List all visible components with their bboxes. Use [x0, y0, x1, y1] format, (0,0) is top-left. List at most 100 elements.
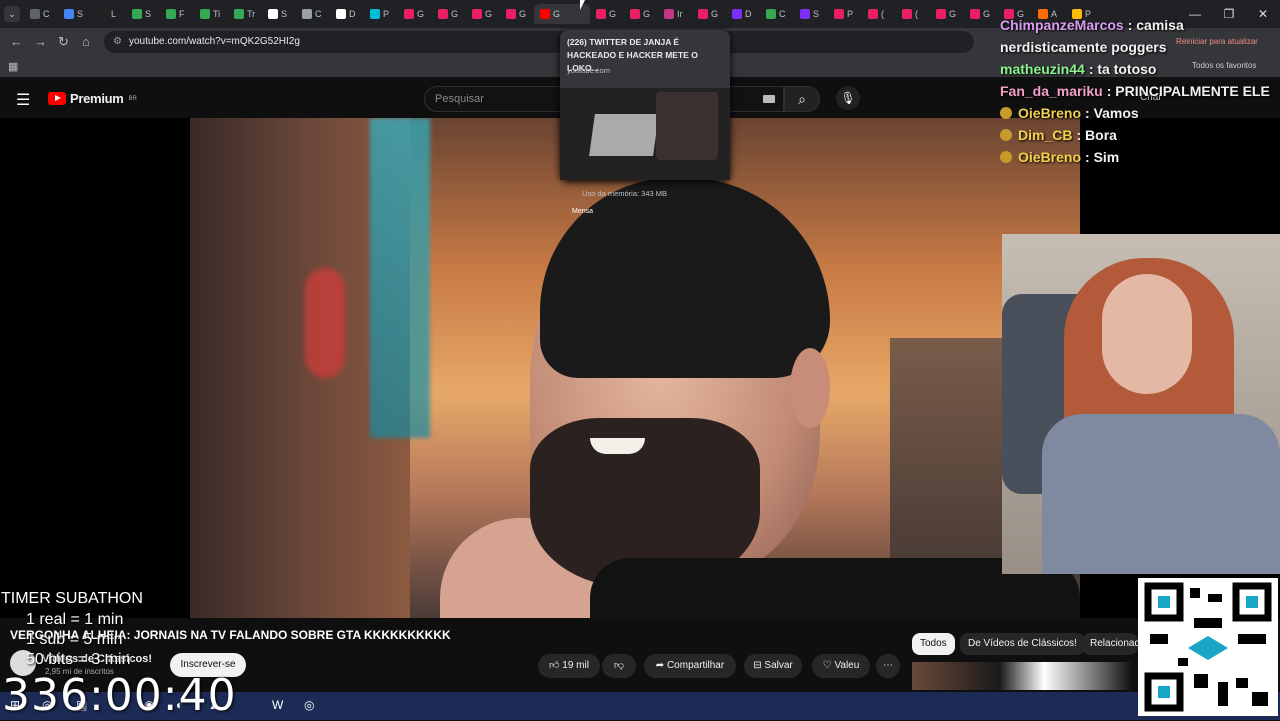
browser-tab[interactable]: C: [24, 4, 58, 24]
tab-label: S: [813, 9, 820, 19]
browser-tab[interactable]: G: [432, 4, 466, 24]
tab-label: G: [485, 9, 493, 19]
browser-tab[interactable]: G: [624, 4, 658, 24]
tab-hover-card: (226) TWITTER DE JANJA É HACKEADO E HACK…: [560, 30, 730, 215]
chat-username: Dim_CB: [1018, 127, 1073, 143]
tab-favicon-icon: [166, 9, 176, 19]
back-icon[interactable]: ←: [10, 34, 23, 49]
tab-favicon-icon: [404, 9, 414, 19]
share-label: Compartilhar: [666, 660, 725, 671]
menu-icon[interactable]: ☰: [16, 90, 30, 110]
tab-label: C: [43, 9, 50, 19]
chip-all[interactable]: Todos: [912, 633, 955, 655]
browser-tab[interactable]: Ti: [194, 4, 228, 24]
browser-tab[interactable]: G: [590, 4, 624, 24]
timer-real-rule: 1 real = 1 min: [26, 611, 124, 628]
browser-tab[interactable]: G: [398, 4, 432, 24]
thanks-icon: ♡: [822, 660, 832, 671]
browser-tab[interactable]: P: [828, 4, 862, 24]
scene-smile: [590, 438, 645, 454]
like-button[interactable]: 👍︎ 19 mil: [538, 654, 600, 678]
logo-region: BR: [128, 95, 137, 102]
obs-icon[interactable]: ◎: [304, 698, 314, 712]
search-button[interactable]: ⌕: [784, 86, 820, 112]
youtube-logo[interactable]: Premium BR: [48, 91, 137, 106]
tab-favicon-icon: [664, 9, 674, 19]
tab-favicon-icon: [302, 9, 312, 19]
browser-tab[interactable]: S: [126, 4, 160, 24]
chat-separator: :: [1085, 149, 1094, 165]
tab-search-button[interactable]: ⌄: [4, 6, 20, 22]
webcam-shirt: [1042, 414, 1280, 574]
tab-label: S: [281, 9, 288, 19]
browser-tab[interactable]: Ir: [658, 4, 692, 24]
chat-username: matheuzin44: [1000, 61, 1085, 77]
chip-related[interactable]: Relacionados: [1082, 633, 1138, 655]
tab-favicon-icon: [902, 9, 912, 19]
browser-tab[interactable]: C: [296, 4, 330, 24]
voice-search-button[interactable]: 🎙: [836, 86, 860, 110]
tab-label: S: [77, 9, 84, 19]
timer-label: TIMER SUBATHON: [1, 590, 143, 607]
browser-tab[interactable]: (: [896, 4, 930, 24]
thumbnail-face: [656, 92, 718, 160]
browser-tab[interactable]: D: [726, 4, 760, 24]
browser-tab[interactable]: G: [930, 4, 964, 24]
youtube-play-icon: [48, 92, 66, 105]
thumbs-up-icon: 👍︎: [549, 660, 560, 671]
chat-username: OieBreno: [1018, 149, 1082, 165]
chat-separator: :: [1106, 83, 1116, 99]
site-info-icon[interactable]: ⚙: [113, 36, 122, 47]
tab-favicon-icon: [438, 9, 448, 19]
browser-tab[interactable]: L: [92, 4, 126, 24]
chat-username: Fan_da_mariku: [1000, 83, 1103, 99]
chat-separator: :: [1076, 127, 1086, 143]
browser-tab[interactable]: P: [364, 4, 398, 24]
forward-icon[interactable]: →: [34, 34, 47, 49]
tab-label: P: [383, 9, 390, 19]
url-text[interactable]: youtube.com/watch?v=mQK2G52HI2g: [129, 36, 300, 47]
chip-channel[interactable]: De Vídeos de Clássicos!: [960, 633, 1085, 655]
browser-tab[interactable]: (: [862, 4, 896, 24]
tab-favicon-icon: [472, 9, 482, 19]
chat-message: matheuzin44: ta totoso: [1000, 58, 1280, 80]
browser-tab[interactable]: G: [692, 4, 726, 24]
browser-tab[interactable]: S: [794, 4, 828, 24]
tab-label: F: [179, 9, 185, 19]
tab-strip: C S L S F Ti Tr S C D P G G G G G G G Ir G D C S P((G G G A P: [24, 4, 1100, 24]
tab-favicon-icon: [370, 9, 380, 19]
browser-tab[interactable]: S: [262, 4, 296, 24]
browser-tab[interactable]: D: [330, 4, 364, 24]
home-icon[interactable]: ⌂: [82, 34, 90, 49]
tab-label: C: [779, 9, 786, 19]
browser-tab[interactable]: S: [58, 4, 92, 24]
apps-grid-icon[interactable]: ▦: [8, 60, 18, 73]
tab-favicon-icon: [970, 9, 980, 19]
dislike-button[interactable]: 👎︎: [602, 654, 636, 678]
browser-tab[interactable]: F: [160, 4, 194, 24]
tab-label: G: [451, 9, 459, 19]
more-actions-button[interactable]: ⋯: [876, 654, 900, 678]
keyboard-icon[interactable]: [763, 95, 775, 103]
share-button[interactable]: ➦ Compartilhar: [644, 654, 736, 678]
tab-label: (: [881, 9, 884, 19]
thanks-button[interactable]: ♡ Valeu: [812, 654, 870, 678]
tab-label: Ti: [213, 9, 221, 19]
thanks-label: Valeu: [834, 660, 860, 671]
browser-tab[interactable]: G: [964, 4, 998, 24]
tab-favicon-icon: [234, 9, 244, 19]
browser-tab[interactable]: G: [500, 4, 534, 24]
chat-badge-icon: [1000, 151, 1012, 163]
qr-code: [1138, 578, 1278, 716]
omnibox[interactable]: ⚙ youtube.com/watch?v=mQK2G52HI2g: [104, 31, 974, 53]
browser-tab[interactable]: G: [466, 4, 500, 24]
browser-tab[interactable]: Tr: [228, 4, 262, 24]
browser-tab[interactable]: C: [760, 4, 794, 24]
tab-favicon-icon: [596, 9, 606, 19]
word-icon[interactable]: W: [272, 698, 283, 712]
recommended-video-thumbnail[interactable]: [912, 662, 1132, 690]
reload-icon[interactable]: ↻: [58, 34, 69, 50]
chat-badge-icon: [1000, 129, 1012, 141]
chat-text: Sim: [1093, 149, 1120, 165]
save-button[interactable]: ⊟ Salvar: [744, 654, 802, 678]
